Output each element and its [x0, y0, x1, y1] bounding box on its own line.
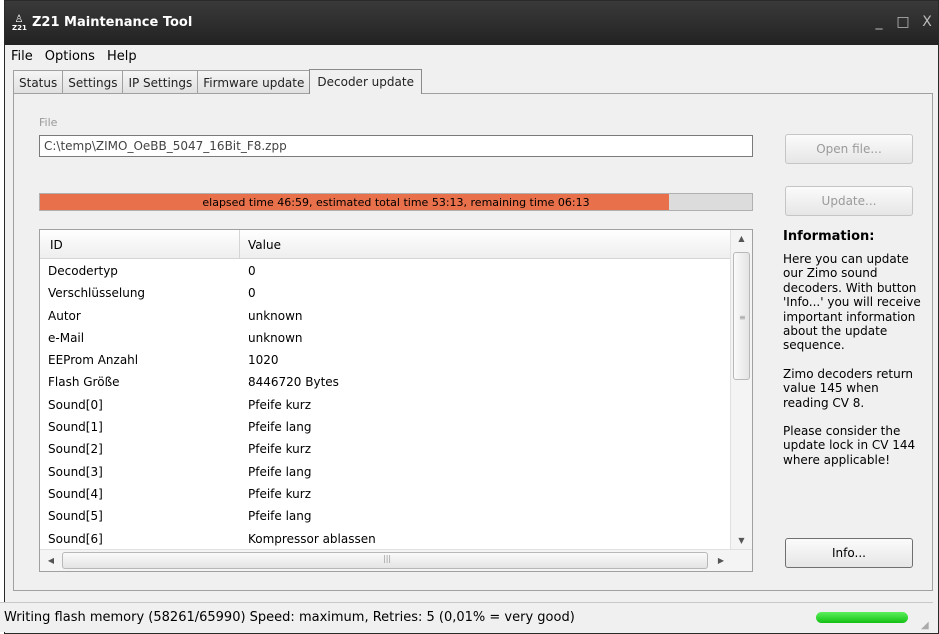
cell-id: Sound[5] [48, 509, 103, 524]
table-body: Decodertyp 0 Verschlüsselung 0 Autor unknown e… [40, 260, 731, 550]
scroll-up-icon[interactable]: ▲ [731, 230, 752, 248]
cell-value: Kompressor ablassen [248, 531, 376, 546]
tab-settings[interactable]: Settings [62, 70, 124, 94]
cell-id: Decodertyp [48, 264, 118, 278]
minimize-button[interactable]: _ [872, 13, 886, 33]
table-row[interactable]: Sound[6] Kompressor ablassen [40, 528, 731, 550]
horizontal-scroll-thumb[interactable]: ||| [62, 552, 708, 569]
cell-value: 0 [248, 264, 256, 278]
table-row[interactable]: Decodertyp 0 [40, 260, 731, 282]
table-row[interactable]: Sound[4] Pfeife kurz [40, 483, 731, 505]
decoder-info-table: ID Value Decodertyp 0 Verschlüsselung 0 Auto… [39, 229, 753, 572]
info-button-label: Info... [832, 546, 866, 560]
cell-value: 8446720 Bytes [248, 375, 339, 390]
cell-value: Pfeife lang [248, 509, 312, 524]
cell-id: Sound[3] [48, 464, 103, 479]
cell-value: Pfeife kurz [248, 486, 312, 501]
cell-id: Flash Größe [48, 375, 120, 390]
cell-id: Verschlüsselung [48, 286, 146, 301]
scroll-right-icon[interactable]: ▶ [712, 552, 730, 569]
table-header: ID Value [40, 230, 731, 259]
info-text: Here you can update our Zimo sound decod… [783, 252, 925, 481]
cell-id: Sound[6] [48, 531, 103, 546]
table-row[interactable]: Sound[3] Pfeife lang [40, 461, 731, 483]
cell-id: EEProm Anzahl [48, 353, 139, 368]
cell-id: Sound[0] [48, 397, 103, 412]
file-path-input[interactable] [39, 135, 753, 157]
connection-indicator [816, 612, 908, 623]
cell-value: Pfeife kurz [248, 397, 312, 412]
open-file-button[interactable]: Open file... [785, 134, 913, 164]
info-paragraph: Here you can update our Zimo sound decod… [783, 252, 921, 353]
close-button[interactable]: X [920, 13, 934, 33]
cell-value: Pfeife kurz [248, 442, 312, 457]
scroll-left-icon[interactable]: ◀ [42, 552, 60, 569]
menu-bar: File Options Help [5, 45, 938, 67]
cell-id: Sound[2] [48, 442, 103, 457]
table-row[interactable]: EEProm Anzahl 1020 [40, 349, 731, 371]
cell-value: unknown [248, 330, 303, 345]
open-file-label: Open file... [816, 142, 882, 156]
app-icon: ♙ Z21 [12, 14, 27, 33]
cell-id: Sound[4] [48, 486, 103, 501]
column-divider[interactable] [239, 230, 240, 259]
info-title: Information: [783, 229, 875, 244]
maximize-button[interactable]: □ [896, 13, 910, 33]
table-row[interactable]: e-Mail unknown [40, 327, 731, 349]
grip-icon: ||| [383, 554, 392, 563]
column-header-value[interactable]: Value [248, 238, 281, 252]
cell-value: Pfeife lang [248, 464, 312, 479]
status-text: Writing flash memory (58261/65990) Speed… [4, 610, 575, 625]
table-row[interactable]: Verschlüsselung 0 [40, 282, 731, 304]
progress-text: elapsed time 46:59, estimated total time… [202, 195, 590, 209]
progress-bar: elapsed time 46:59, estimated total time… [39, 193, 753, 211]
table-row[interactable]: Flash Größe 8446720 Bytes [40, 371, 731, 393]
table-row[interactable]: Autor unknown [40, 305, 731, 327]
tab-ip-settings[interactable]: IP Settings [122, 70, 199, 94]
column-header-id[interactable]: ID [50, 238, 63, 252]
table-row[interactable]: Sound[0] Pfeife kurz [40, 394, 731, 416]
resize-grip-icon[interactable]: ◢ [921, 620, 931, 631]
table-row[interactable]: Sound[1] Pfeife lang [40, 416, 731, 438]
info-button[interactable]: Info... [785, 538, 913, 568]
status-bar: Writing flash memory (58261/65990) Speed… [0, 602, 933, 632]
cell-value: Pfeife lang [248, 420, 312, 435]
menu-help[interactable]: Help [107, 49, 137, 64]
window-controls: _ □ X [872, 13, 934, 33]
tab-decoder-update[interactable]: Decoder update [309, 69, 422, 94]
cell-id: e-Mail [48, 330, 85, 345]
table-row[interactable]: Sound[2] Pfeife kurz [40, 438, 731, 460]
title-bar[interactable]: ♙ Z21 Z21 Maintenance Tool _ □ X [5, 1, 938, 45]
tab-status[interactable]: Status [13, 70, 64, 94]
vertical-scrollbar[interactable]: ▲ ≡ ▼ [730, 230, 752, 550]
vertical-scroll-thumb[interactable]: ≡ [733, 252, 750, 380]
info-paragraph: Zimo decoders return value 145 when read… [783, 366, 914, 410]
cell-value: 0 [248, 286, 256, 301]
table-row[interactable]: Sound[5] Pfeife lang [40, 505, 731, 527]
info-paragraph: Please consider the update lock in CV 14… [783, 424, 916, 467]
scroll-down-icon[interactable]: ▼ [731, 532, 752, 550]
cell-value: unknown [248, 308, 303, 323]
horizontal-scrollbar[interactable]: ◀ ||| ▶ [40, 549, 752, 571]
tab-firmware-update[interactable]: Firmware update [197, 70, 311, 94]
window-title: Z21 Maintenance Tool [32, 15, 193, 30]
grip-icon: ≡ [739, 313, 746, 322]
cell-id: Sound[1] [48, 420, 103, 435]
cell-id: Autor [48, 308, 81, 323]
menu-file[interactable]: File [11, 49, 33, 64]
file-label: File [39, 116, 58, 129]
update-label: Update... [821, 194, 877, 208]
cell-value: 1020 [248, 353, 279, 368]
update-button[interactable]: Update... [785, 186, 913, 216]
menu-options[interactable]: Options [45, 49, 95, 64]
tab-bar: Status Settings IP Settings Firmware upd… [13, 69, 422, 94]
